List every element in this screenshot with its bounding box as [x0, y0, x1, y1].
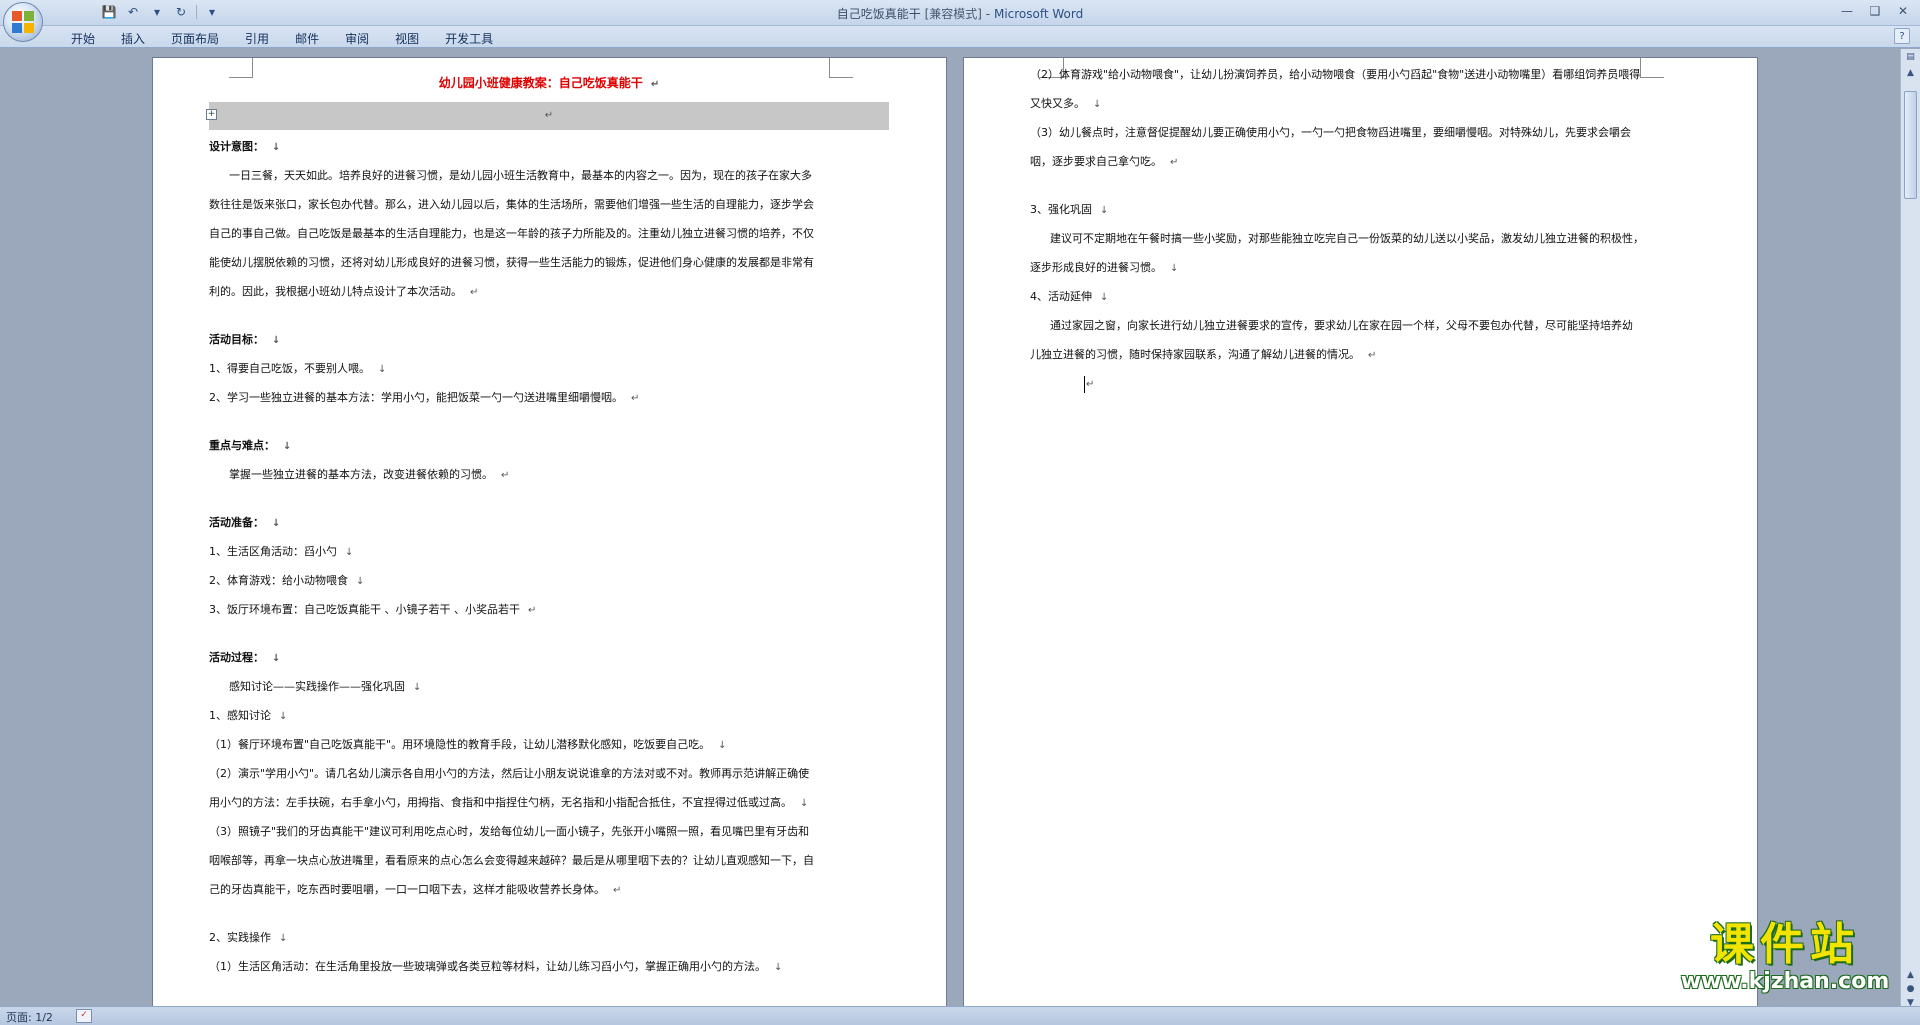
vertical-scrollbar[interactable]: ▤ ▲ ▲ ● ▼ [1900, 49, 1920, 1025]
site-watermark: 课件站 www.kjzhan.com [1660, 920, 1910, 994]
restore-icon[interactable]: ❑ [1862, 2, 1888, 20]
page-2-content[interactable]: （2）体育游戏"给小动物喂食"，让幼儿扮演饲养员，给小动物喂食（要用小勺舀起"食… [1030, 60, 1710, 398]
section-heading-process: 活动过程： ↓ [209, 651, 281, 664]
ribbon-right-controls: ? [1894, 28, 1910, 44]
tab-references[interactable]: 引用 [232, 29, 282, 48]
table-move-handle-icon[interactable]: + [206, 109, 217, 120]
close-icon[interactable]: ✕ [1890, 2, 1916, 20]
list-item: 2、实践操作 ↓ [209, 931, 288, 944]
section-heading-goals: 活动目标： ↓ [209, 333, 281, 346]
ribbon-tabs-bar: 开始 插入 页面布局 引用 邮件 审阅 视图 开发工具 ? [0, 26, 1920, 48]
window-title: 自己吃饭真能干 [兼容模式] - Microsoft Word [0, 5, 1920, 22]
list-item: （1）生活区角活动：在生活角里投放一些玻璃弹或各类豆粒等材料，让幼儿练习舀小勺，… [209, 960, 783, 973]
paragraph-mark: ↵ [650, 79, 660, 90]
paragraph-line: 能使幼儿摆脱依赖的习惯，还将对幼儿形成良好的进餐习惯，获得一些生活能力的锻炼，促… [209, 256, 814, 269]
paragraph-line: 通过家园之窗，向家长进行幼儿独立进餐要求的宣传，要求幼儿在家在园一个样，父母不要… [1050, 319, 1633, 332]
tab-insert[interactable]: 插入 [108, 29, 158, 48]
tab-review[interactable]: 审阅 [332, 29, 382, 48]
paragraph-line: 咽喉部等，再拿一块点心放进嘴里，看看原来的点心怎么会变得越来越碎？最后是从哪里咽… [209, 854, 814, 867]
status-bar: 页面: 1/2 ✓ [0, 1006, 1920, 1025]
section-heading-design: 设计意图： ↓ [209, 140, 281, 153]
paragraph-line: 又快又多。 ↓ [1030, 97, 1102, 110]
paragraph-line: 数往往是饭来张口，家长包办代替。那么，进入幼儿园以后，集体的生活场所，需要他们增… [209, 198, 814, 211]
tab-developer[interactable]: 开发工具 [432, 29, 506, 48]
paragraph-line: （2）演示"学用小勺"。请几名幼儿演示各自用小勺的方法，然后让小朋友说说谁拿的方… [209, 767, 810, 780]
paragraph-line: 自己的事自己做。自己吃饭是最基本的生活自理能力，也是这一年龄的孩子力所能及的。注… [209, 227, 814, 240]
paragraph-line: （2）体育游戏"给小动物喂食"，让幼儿扮演饲养员，给小动物喂食（要用小勺舀起"食… [1030, 68, 1641, 81]
section-heading-extension: 4、活动延伸 ↓ [1030, 290, 1109, 303]
paragraph-line: 掌握一些独立进餐的基本方法，改变进餐依赖的习惯。 ↵ [229, 468, 510, 481]
document-name: 自己吃饭真能干 [836, 7, 921, 21]
shaded-table-row[interactable]: ↵ [209, 102, 889, 130]
scrollbar-thumb[interactable] [1904, 91, 1917, 199]
title-bar: 💾 ↶ ▾ ↻ ▾ 自己吃饭真能干 [兼容模式] - Microsoft Wor… [0, 0, 1920, 26]
list-item: 2、体育游戏：给小动物喂食 ↓ [209, 574, 365, 587]
watermark-url: www.kjzhan.com [1680, 969, 1890, 994]
tab-page-layout[interactable]: 页面布局 [158, 29, 232, 48]
paragraph-line: 用小勺的方法：左手扶碗，右手拿小勺，用拇指、食指和中指捏住勺柄，无名指和小指配合… [209, 796, 809, 809]
paragraph-line: （3）幼儿餐点时，注意督促提醒幼儿要正确使用小勺，一勺一勺把食物舀进嘴里，要细嚼… [1030, 126, 1631, 139]
help-icon[interactable]: ? [1894, 28, 1910, 44]
office-logo-icon [12, 11, 34, 33]
section-heading-reinforce: 3、强化巩固 ↓ [1030, 203, 1109, 216]
document-title-text: 幼儿园小班健康教案：自己吃饭真能干 [438, 76, 643, 90]
text-cursor-line[interactable]: ↵ [1030, 369, 1710, 398]
minimize-icon[interactable]: — [1834, 2, 1860, 20]
paragraph-line: 逐步形成良好的进餐习惯。 ↓ [1030, 261, 1179, 274]
scroll-up-icon[interactable]: ▲ [1903, 67, 1918, 80]
page-number-status[interactable]: 页面: 1/2 [6, 1009, 53, 1025]
window-controls: — ❑ ✕ [1834, 2, 1916, 20]
page-2: （2）体育游戏"给小动物喂食"，让幼儿扮演饲养员，给小动物喂食（要用小勺舀起"食… [963, 57, 1758, 1006]
document-area: 幼儿园小班健康教案：自己吃饭真能干 ↵ ↵ 设计意图： ↓ 一日三餐，天天如此。培养… [0, 49, 1900, 1006]
document-title: 幼儿园小班健康教案：自己吃饭真能干 ↵ [209, 70, 889, 96]
list-item: 1、感知讨论 ↓ [209, 709, 288, 722]
proofing-errors-icon[interactable]: ✓ [76, 1009, 92, 1023]
text-cursor [1084, 375, 1085, 393]
ruler-toggle-icon[interactable]: ▤ [1903, 51, 1918, 64]
list-item: 1、得要自己吃饭，不要别人喂。 ↓ [209, 362, 387, 375]
section-heading-preparation: 活动准备： ↓ [209, 516, 281, 529]
list-item: 2、学习一些独立进餐的基本方法：学用小勺，能把饭菜一勺一勺送进嘴里细嚼慢咽。 ↵ [209, 391, 640, 404]
compat-mode: [兼容模式] [924, 7, 982, 21]
paragraph-line: 儿独立进餐的习惯，随时保持家园联系，沟通了解幼儿进餐的情况。 ↵ [1030, 348, 1377, 361]
tab-view[interactable]: 视图 [382, 29, 432, 48]
page-1-content[interactable]: 幼儿园小班健康教案：自己吃饭真能干 ↵ ↵ 设计意图： ↓ 一日三餐，天天如此。培养… [209, 70, 889, 981]
list-item: 3、饭厅环境布置：自己吃饭真能干 、小镜子若干 、小奖品若干 ↵ [209, 603, 537, 616]
app-name: Microsoft Word [993, 7, 1084, 21]
title-separator: - [985, 7, 991, 21]
list-item: 1、生活区角活动：舀小勺 ↓ [209, 545, 354, 558]
paragraph-line: 利的。因此，我根据小班幼儿特点设计了本次活动。 ↵ [209, 285, 479, 298]
paragraph-line: 一日三餐，天天如此。培养良好的进餐习惯，是幼儿园小班生活教育中，最基本的内容之一… [229, 169, 812, 182]
paragraph-line: 感知讨论——实践操作——强化巩固 ↓ [229, 680, 422, 693]
watermark-title: 课件站 [1710, 919, 1860, 970]
ribbon-tabs: 开始 插入 页面布局 引用 邮件 审阅 视图 开发工具 [58, 29, 506, 48]
tab-mailings[interactable]: 邮件 [282, 29, 332, 48]
paragraph-line: 建议可不定期地在午餐时搞一些小奖励，对那些能独立吃完自己一份饭菜的幼儿送以小奖品… [1050, 232, 1644, 245]
tab-home[interactable]: 开始 [58, 29, 108, 48]
page-1: 幼儿园小班健康教案：自己吃饭真能干 ↵ ↵ 设计意图： ↓ 一日三餐，天天如此。培养… [152, 57, 947, 1006]
paragraph-line: （3）照镜子"我们的牙齿真能干"建议可利用吃点心时，发给每位幼儿一面小镜子，先张… [209, 825, 810, 838]
paragraph-line: 己的牙齿真能干，吃东西时要咀嚼，一口一口咽下去，这样才能吸收营养长身体。 ↵ [209, 883, 622, 896]
office-button[interactable] [3, 2, 43, 42]
paragraph-mark: ↵ [544, 110, 554, 121]
section-heading-key-points: 重点与难点： ↓ [209, 439, 292, 452]
list-item: （1）餐厅环境布置"自己吃饭真能干"。用环境隐性的教育手段，让幼儿潜移默化感知，… [209, 738, 727, 751]
paragraph-line: 咽，逐步要求自己拿勺吃。 ↵ [1030, 155, 1179, 168]
